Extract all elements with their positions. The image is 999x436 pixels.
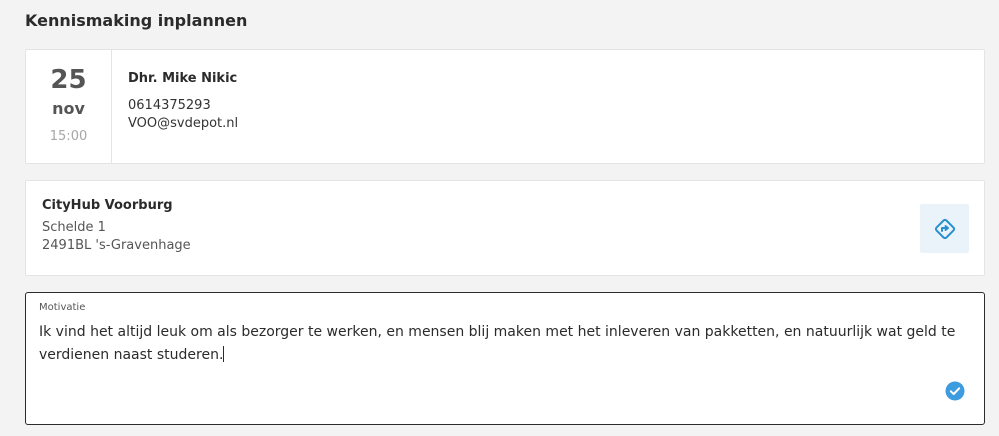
motivation-label: Motivatie — [39, 302, 86, 313]
directions-icon — [934, 218, 955, 239]
location-name: CityHub Voorburg — [42, 198, 173, 213]
contact-name: Dhr. Mike Nikic — [128, 71, 238, 86]
appointment-card: 25 nov 15:00 Dhr. Mike Nikic 0614375293 … — [25, 49, 985, 164]
contact-phone: 0614375293 — [128, 98, 211, 113]
location-city: 2491BL 's-Gravenhage — [42, 238, 191, 253]
appointment-time: 15:00 — [49, 129, 88, 144]
motivation-textarea[interactable]: Motivatie Ik vind het altijd leuk om als… — [25, 292, 985, 425]
appointment-day: 25 — [50, 65, 87, 95]
check-circle-icon — [945, 381, 965, 401]
motivation-text[interactable]: Ik vind het altijd leuk om als bezorger … — [39, 321, 959, 367]
location-card: CityHub Voorburg Schelde 1 2491BL 's-Gra… — [25, 180, 985, 276]
contact-email: VOO@svdepot.nl — [128, 116, 239, 131]
route-button[interactable] — [920, 204, 969, 253]
appointment-date: 25 nov 15:00 — [26, 50, 112, 163]
contact-info: Dhr. Mike Nikic 0614375293 VOO@svdepot.n… — [128, 71, 238, 131]
appointment-month: nov — [52, 99, 85, 118]
page-title: Kennismaking inplannen — [25, 11, 248, 30]
text-caret — [223, 346, 225, 362]
motivation-value: Ik vind het altijd leuk om als bezorger … — [39, 324, 956, 363]
location-street: Schelde 1 — [42, 220, 106, 235]
location-info: CityHub Voorburg Schelde 1 2491BL 's-Gra… — [42, 198, 191, 253]
